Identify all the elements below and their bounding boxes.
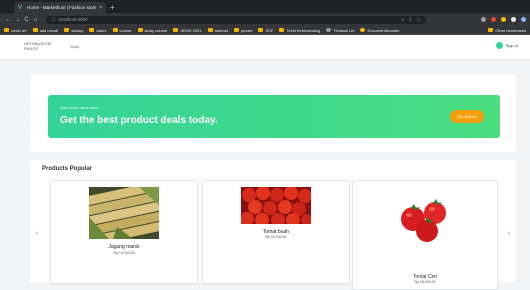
extension-icons (481, 17, 526, 22)
corn-product-image (89, 187, 159, 239)
browser-tab[interactable]: V Home - Markethunt | Fashion store × (14, 2, 106, 13)
cherry-tomato-product-image (389, 187, 461, 247)
bookmark-item[interactable]: SEMS 2021 (173, 28, 202, 33)
folder-icon (89, 28, 95, 32)
product-card[interactable]: Tomat buah Rp 20.000,00 (202, 180, 350, 284)
folder-icon (32, 28, 38, 32)
hero-section: Save your coins here Get the best produc… (30, 75, 516, 152)
folder-icon (4, 28, 9, 32)
bookmark-item[interactable]: android (207, 28, 228, 33)
bookmark-star-icon[interactable]: ☆ (417, 17, 421, 23)
signin-label: Sign in (505, 43, 518, 48)
product-price: Rp 14.000,00 (113, 251, 135, 255)
folder-icon (279, 28, 285, 32)
bookmark-item[interactable]: startup (64, 28, 83, 33)
site-header: HETHAUSCHE PHUCE Shop Sign in (0, 35, 530, 60)
other-bookmarks[interactable]: Other bookmarks (488, 28, 526, 33)
search-icon[interactable]: ⌕ (402, 17, 405, 23)
folder-icon (258, 28, 264, 32)
browser-tab-bar: V Home - Markethunt | Fashion store × + (0, 0, 530, 13)
bookmark-item[interactable]: Tekid Kehimanaing (279, 28, 320, 33)
folder-icon (137, 28, 143, 32)
folder-icon (64, 28, 70, 32)
tomato-product-image (241, 187, 311, 224)
folder-icon (207, 28, 213, 32)
extension-icon[interactable] (491, 17, 496, 22)
product-card[interactable]: Jagung manis Rp 14.000,00 (50, 180, 198, 284)
browser-toolbar: ← → C ⌂ ⓘ localhost:3000 ⌕ ⇪ ☆ (0, 13, 530, 26)
globe-icon (360, 28, 366, 32)
product-name: Jagung manis (108, 244, 140, 250)
bookmark-item[interactable]: cover art (4, 28, 27, 33)
back-button[interactable]: ← (4, 17, 13, 23)
close-tab-icon[interactable]: × (99, 5, 102, 11)
promo-banner: Save your coins here Get the best produc… (48, 95, 500, 138)
folder-icon (488, 28, 494, 32)
product-price: Rp 20.000,00 (265, 235, 287, 239)
extension-icon[interactable] (501, 17, 506, 22)
home-button[interactable]: ⌂ (31, 17, 40, 23)
profile-avatar-icon[interactable] (521, 17, 526, 22)
reload-button[interactable]: C (22, 17, 31, 23)
web-page: HETHAUSCHE PHUCE Shop Sign in Save your … (0, 35, 530, 290)
bookmarks-bar: cover art add moodl startup tutors cours… (0, 26, 530, 35)
globe-icon (326, 28, 332, 32)
forward-button[interactable]: → (13, 17, 22, 23)
carousel-next-icon[interactable]: › (508, 230, 510, 237)
url-text: localhost:3000 (58, 17, 88, 22)
bookmark-item[interactable]: study course (137, 28, 167, 33)
carousel-prev-icon[interactable]: ‹ (36, 230, 38, 237)
product-price: Rp 18.000,00 (414, 280, 436, 284)
bookmark-item[interactable]: Tinstock Lib (326, 28, 354, 33)
nav-link-shop[interactable]: Shop (70, 44, 79, 49)
site-favicon-icon: V (18, 4, 23, 11)
section-heading: Products Popular (42, 166, 93, 172)
bookmark-item[interactable]: tutors (89, 28, 107, 33)
bookmark-item[interactable]: Documentbroader (360, 28, 400, 33)
user-avatar-icon (495, 42, 503, 49)
folder-icon (233, 28, 239, 32)
info-icon: ⓘ (51, 16, 56, 22)
address-bar[interactable]: ⓘ localhost:3000 ⌕ ⇪ ☆ (46, 15, 426, 24)
browser-tab-title: Home - Markethunt | Fashion store (27, 5, 97, 10)
new-tab-button[interactable]: + (110, 3, 115, 12)
share-icon[interactable]: ⇪ (408, 17, 412, 23)
folder-icon (112, 28, 118, 32)
get-started-button[interactable]: Get Started (450, 110, 484, 123)
bookmark-item[interactable]: course (112, 28, 132, 33)
banner-subtitle: Save your coins here (60, 105, 98, 110)
product-card[interactable]: Tomat Ceri Rp 18.000,00 (352, 180, 498, 290)
popular-products-section: Products Popular ‹ › Jagung manis Rp 14.… (30, 160, 516, 290)
puzzle-icon[interactable] (511, 17, 516, 22)
bookmark-item[interactable]: SCF (258, 28, 273, 33)
bookmark-item[interactable]: puzzle (233, 28, 252, 33)
bookmark-item[interactable]: add moodl (32, 28, 58, 33)
site-logo[interactable]: HETHAUSCHE PHUCE (24, 41, 52, 51)
folder-icon (173, 28, 179, 32)
extension-icon[interactable] (481, 17, 486, 22)
signin-button[interactable]: Sign in (495, 42, 518, 49)
banner-title: Get the best product deals today. (60, 115, 218, 126)
